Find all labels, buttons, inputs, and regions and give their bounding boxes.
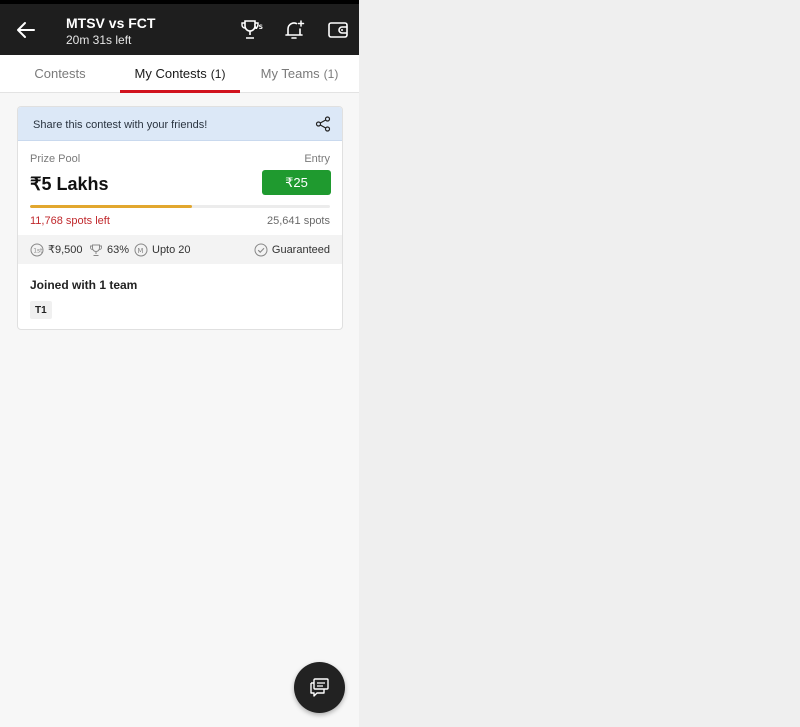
chat-icon [310, 678, 329, 697]
entry-fee-button[interactable]: ₹25 [262, 170, 331, 195]
win-percent-value: 63% [107, 243, 130, 256]
tab-label: My Teams [260, 66, 320, 81]
chat-button[interactable] [294, 662, 345, 713]
time-left: 20m 31s left [66, 33, 132, 47]
trophy-icon [90, 244, 102, 256]
top-bar: MTSV vs FCT 20m 31s left VS [0, 0, 359, 55]
guaranteed-check-icon [254, 243, 268, 256]
guaranteed-stat: Guaranteed [254, 235, 330, 264]
tab-bar: Contests My Contests (1) My Teams (1) [0, 55, 359, 93]
bell-plus-icon[interactable] [282, 18, 306, 42]
prize-pool-label: Prize Pool [30, 153, 81, 165]
team-chip[interactable]: T1 [30, 301, 52, 319]
back-arrow-icon[interactable] [14, 18, 38, 42]
win-percent-stat: 63% [89, 235, 129, 264]
tab-contests[interactable]: Contests [0, 55, 120, 92]
joined-teams-text: Joined with 1 team [30, 278, 138, 292]
spots-progress-fill [30, 205, 192, 208]
entry-label: Entry [304, 153, 330, 165]
svg-text:VS: VS [254, 24, 263, 31]
tab-my-contests[interactable]: My Contests (1) [120, 55, 240, 93]
first-prize-stat: 1st ₹9,500 [30, 235, 83, 264]
contest-stats-row: 1st ₹9,500 63% M Upto 20 Guaranteed [18, 235, 342, 264]
tab-my-teams[interactable]: My Teams (1) [240, 55, 359, 92]
guaranteed-label: Guaranteed [271, 243, 330, 256]
tab-label: Contests [34, 66, 86, 81]
svg-text:M: M [137, 246, 143, 254]
spots-progress-bar [30, 205, 330, 208]
prize-pool-value: ₹5 Lakhs [30, 174, 109, 194]
contest-card[interactable]: Share this contest with your friends! Pr… [17, 106, 343, 330]
max-entries-value: Upto 20 [152, 243, 191, 256]
spots-left: 11,768 spots left [30, 215, 110, 227]
app-screen: MTSV vs FCT 20m 31s left VS Contests My … [0, 0, 359, 727]
share-contest-banner[interactable]: Share this contest with your friends! [18, 107, 342, 141]
trophy-vs-icon[interactable]: VS [239, 18, 263, 42]
multi-entry-icon: M [134, 243, 148, 256]
wallet-icon[interactable] [326, 18, 350, 42]
tab-label: My Contests [134, 66, 207, 81]
first-prize-icon: 1st [30, 243, 44, 256]
max-entries-stat: M Upto 20 [134, 235, 191, 264]
share-text: Share this contest with your friends! [33, 119, 208, 131]
first-prize-value: ₹9,500 [48, 244, 83, 256]
svg-text:1st: 1st [33, 247, 43, 254]
tab-count: (1) [210, 66, 226, 81]
match-title: MTSV vs FCT [66, 15, 156, 31]
spots-total: 25,641 spots [267, 215, 330, 227]
tab-count: (1) [323, 66, 339, 81]
share-icon[interactable] [315, 116, 331, 132]
